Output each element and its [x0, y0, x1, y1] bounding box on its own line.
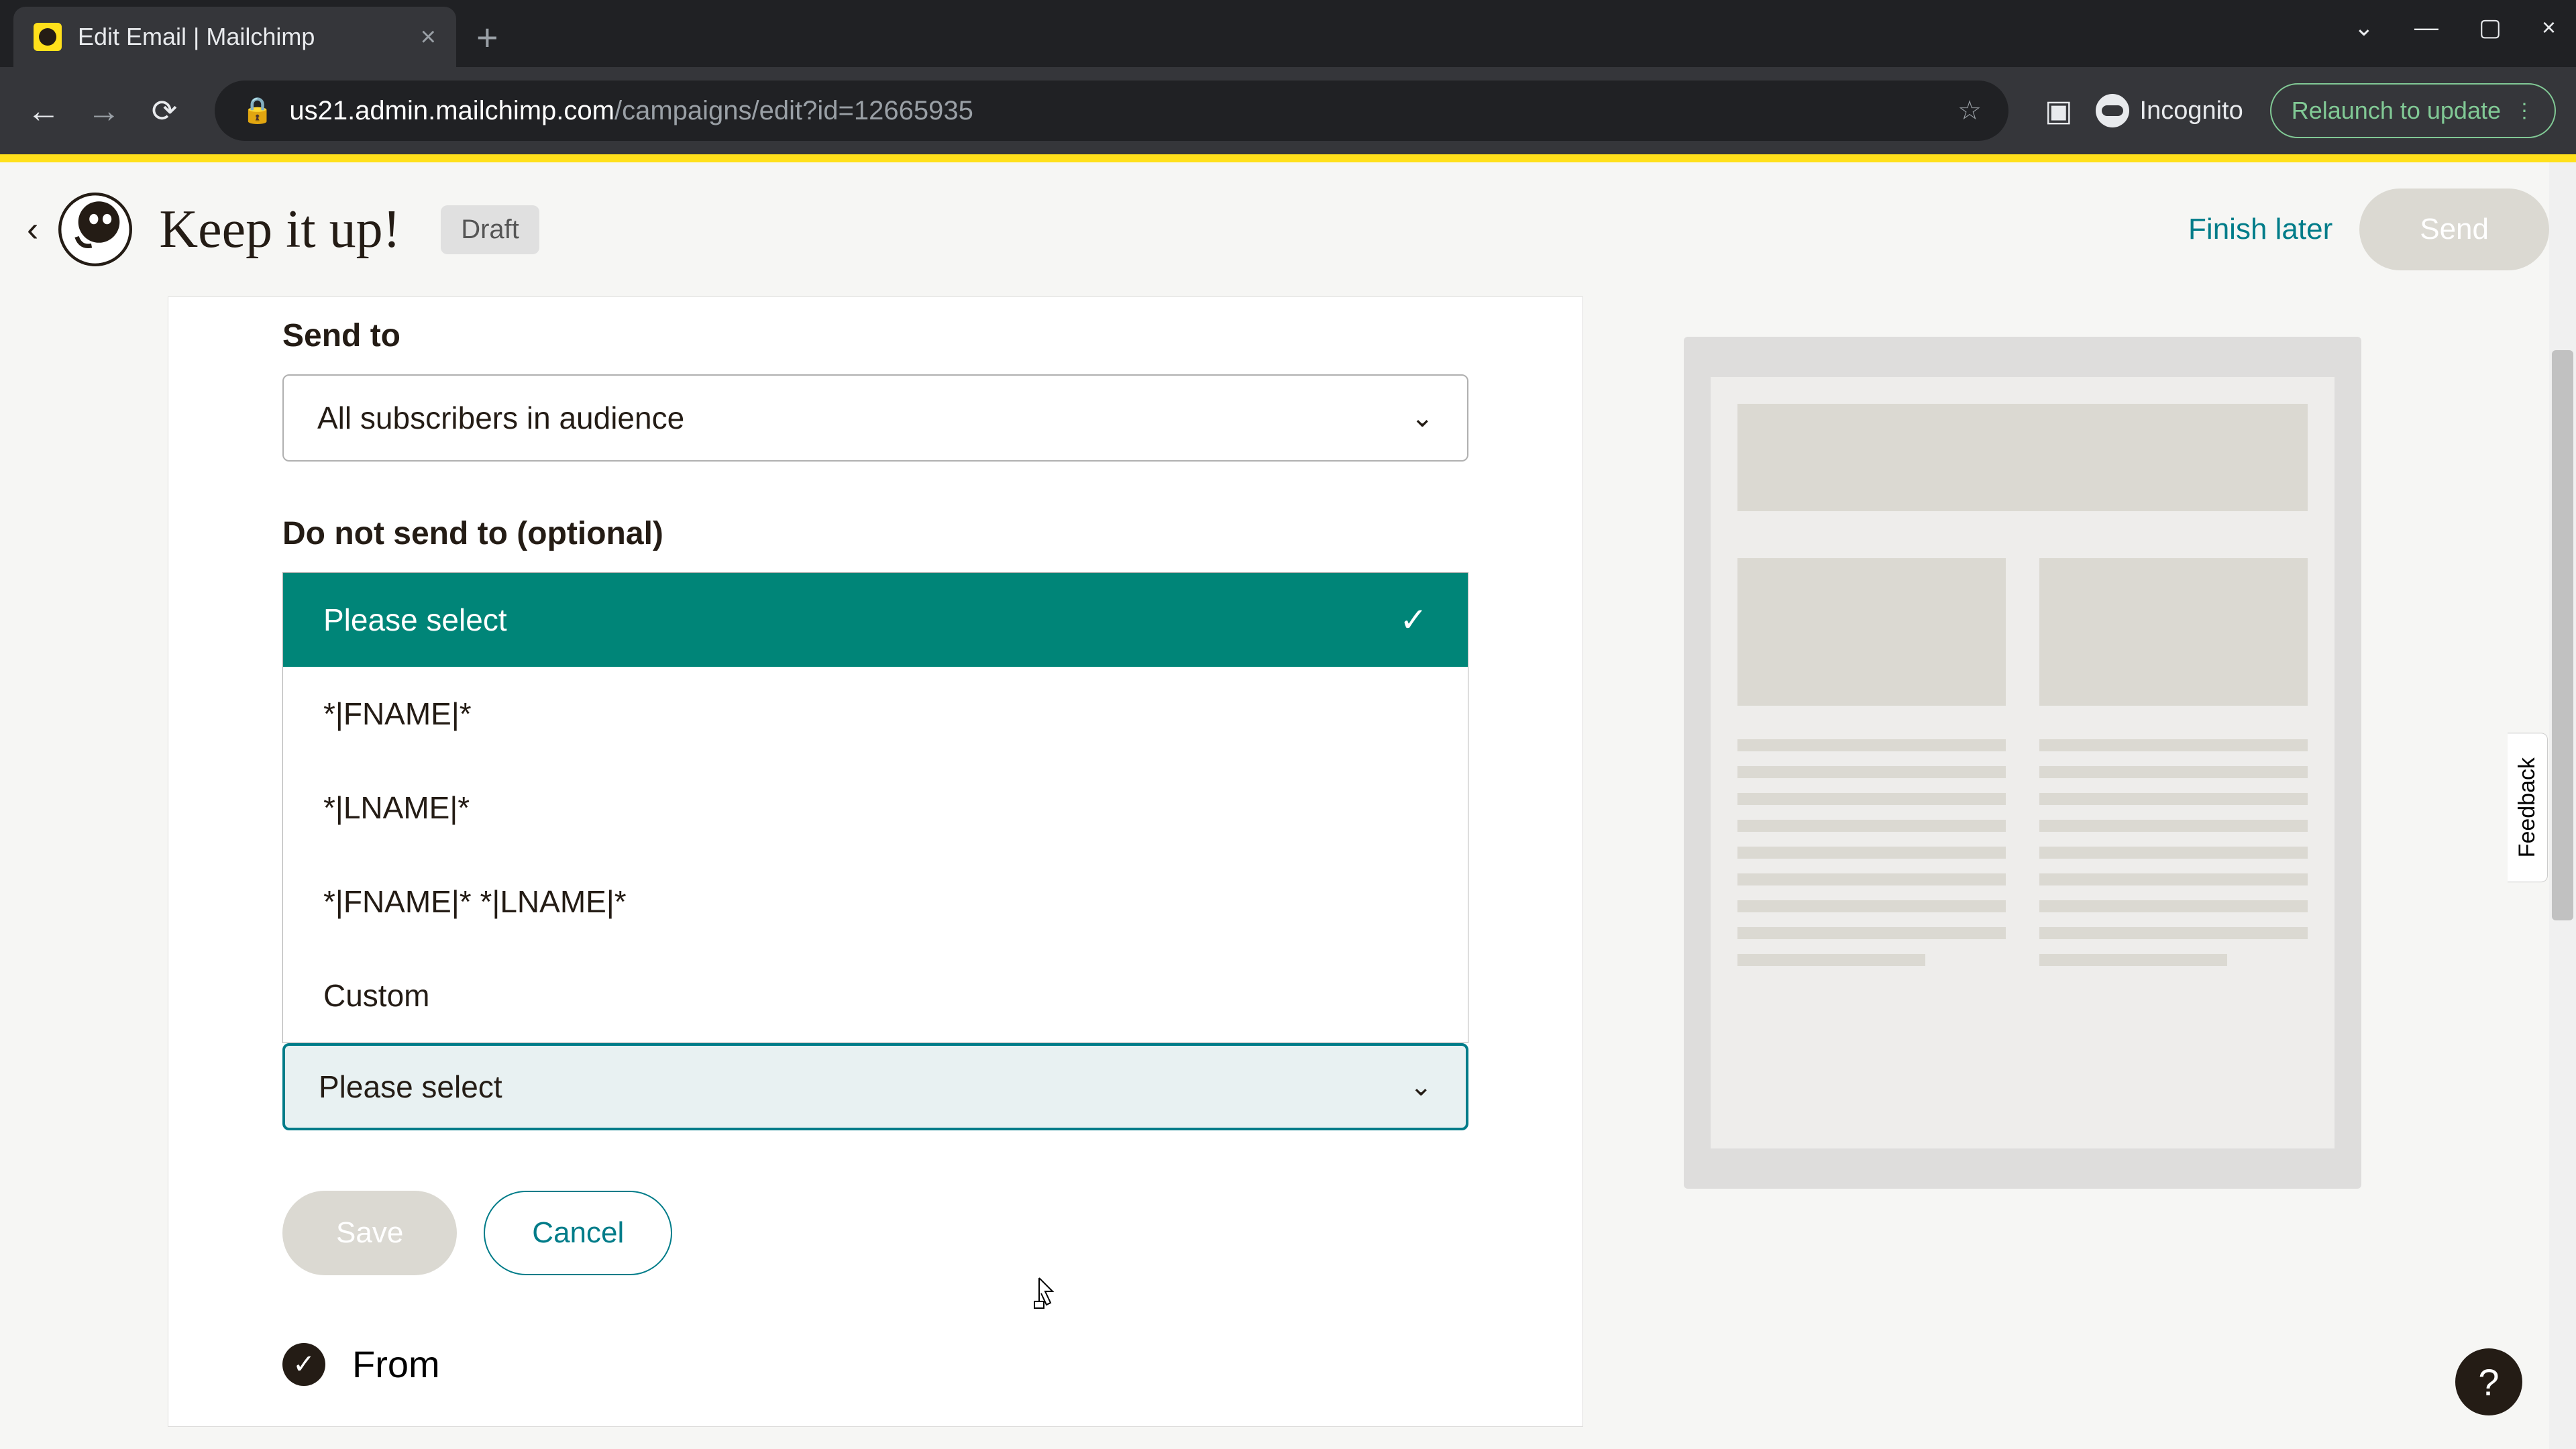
url-bar[interactable]: 🔒 us21.admin.mailchimp.com/campaigns/edi… [215, 80, 2008, 141]
status-badge: Draft [441, 205, 539, 254]
chevron-down-icon: ⌄ [1411, 402, 1434, 433]
merge-tag-select[interactable]: Please select ⌄ [282, 1043, 1468, 1130]
close-window-icon[interactable]: × [2542, 13, 2556, 42]
header-back-icon[interactable]: ‹ [27, 209, 38, 250]
panel-icon[interactable]: ▣ [2045, 94, 2073, 128]
chevron-down-icon: ⌄ [1409, 1071, 1432, 1102]
feedback-tab[interactable]: Feedback [2508, 733, 2548, 882]
help-button[interactable]: ? [2455, 1348, 2522, 1415]
favicon-icon [34, 23, 62, 51]
url-text: us21.admin.mailchimp.com/campaigns/edit?… [289, 96, 973, 126]
mailchimp-logo-icon [58, 193, 132, 266]
incognito-badge: Incognito [2096, 94, 2243, 127]
new-tab-icon[interactable]: + [476, 15, 498, 59]
cancel-button[interactable]: Cancel [484, 1191, 672, 1275]
browser-tab[interactable]: Edit Email | Mailchimp × [13, 7, 456, 67]
section-check-icon: ✓ [282, 1343, 325, 1386]
finish-later-button[interactable]: Finish later [2188, 213, 2332, 246]
send-button: Send [2359, 189, 2549, 270]
minimize-icon[interactable]: — [2414, 13, 2438, 42]
bookmark-icon[interactable]: ☆ [1957, 95, 1982, 126]
form-panel: Send to All subscribers in audience ⌄ Do… [168, 297, 1583, 1427]
merge-tag-value: Please select [319, 1069, 502, 1105]
dropdown-option-fname[interactable]: *|FNAME|* [283, 667, 1468, 761]
scrollbar-thumb[interactable] [2552, 350, 2573, 920]
from-section: ✓ From [282, 1342, 1468, 1386]
dropdown-option-lname[interactable]: *|LNAME|* [283, 761, 1468, 855]
close-tab-icon[interactable]: × [421, 22, 436, 52]
back-icon[interactable]: ← [20, 91, 67, 130]
menu-dots-icon[interactable]: ⋮ [2514, 99, 2534, 123]
email-preview [1684, 337, 2361, 1189]
send-to-value: All subscribers in audience [317, 400, 684, 436]
maximize-icon[interactable]: ▢ [2479, 13, 2502, 42]
dropdown-option-selected[interactable]: Please select ✓ [283, 573, 1468, 667]
save-button: Save [282, 1191, 457, 1275]
forward-icon: → [80, 91, 127, 130]
accent-strip [0, 154, 2576, 162]
tab-title: Edit Email | Mailchimp [78, 23, 405, 51]
relaunch-button[interactable]: Relaunch to update ⋮ [2270, 83, 2556, 138]
lock-icon: 🔒 [241, 96, 273, 125]
tab-search-icon[interactable]: ⌄ [2354, 13, 2374, 42]
dropdown-option-custom[interactable]: Custom [283, 949, 1468, 1042]
send-to-label: Send to [282, 317, 1468, 354]
incognito-icon [2096, 94, 2129, 127]
browser-toolbar: ← → ⟳ 🔒 us21.admin.mailchimp.com/campaig… [0, 67, 2576, 154]
scrollbar[interactable] [2549, 162, 2576, 1449]
reload-icon[interactable]: ⟳ [141, 93, 188, 129]
page-title: Keep it up! [159, 199, 400, 260]
window-controls: ⌄ — ▢ × [2354, 13, 2556, 42]
browser-tab-bar: Edit Email | Mailchimp × + ⌄ — ▢ × [0, 0, 2576, 67]
dropdown-option-fullname[interactable]: *|FNAME|* *|LNAME|* [283, 855, 1468, 949]
dropdown-list: Please select ✓ *|FNAME|* *|LNAME|* *|FN… [282, 572, 1468, 1043]
send-to-select[interactable]: All subscribers in audience ⌄ [282, 374, 1468, 462]
from-label: From [352, 1342, 440, 1386]
check-icon: ✓ [1399, 600, 1428, 639]
app-header: ‹ Keep it up! Draft Finish later Send [0, 162, 2576, 297]
do-not-send-label: Do not send to (optional) [282, 515, 1468, 552]
preview-panel [1637, 297, 2408, 1427]
